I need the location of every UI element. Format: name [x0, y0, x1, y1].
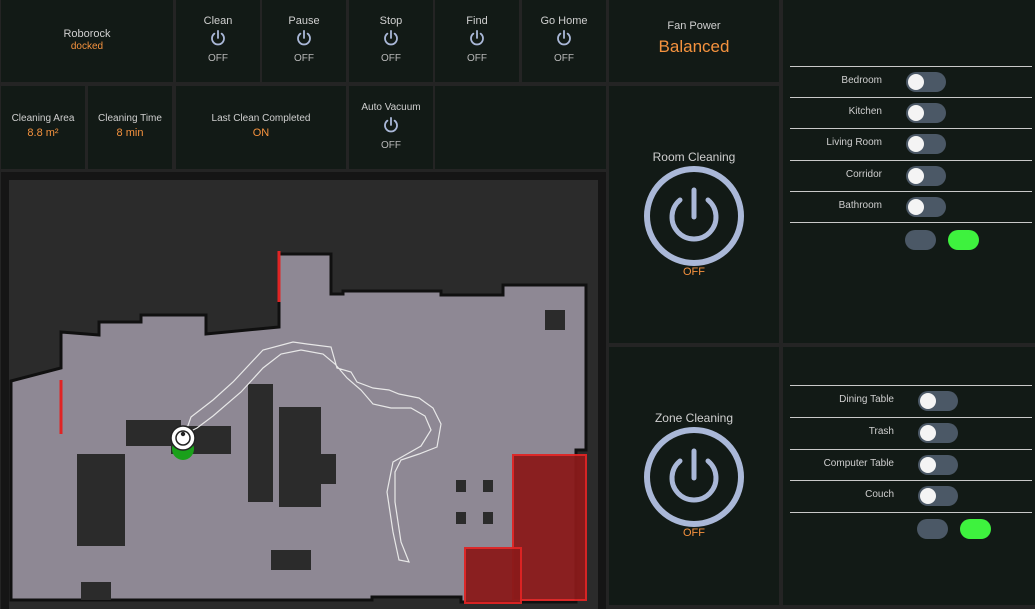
auto-vacuum-label: Auto Vacuum — [361, 102, 421, 113]
zones-actions — [790, 512, 1032, 546]
room-name: Kitchen — [848, 106, 882, 117]
cleaning-time-label: Cleaning Time — [98, 113, 162, 124]
status-tile: Roborock docked — [1, 0, 173, 82]
auto-vacuum-button[interactable]: Auto Vacuum OFF — [349, 86, 433, 169]
toggle-knob — [920, 425, 936, 441]
toggle-knob — [908, 74, 924, 90]
toggle-knob — [908, 199, 924, 215]
fan-power-label: Fan Power — [667, 20, 721, 32]
power-icon — [384, 29, 398, 46]
find-button[interactable]: Find OFF — [435, 0, 519, 82]
room-name: Living Room — [826, 137, 882, 148]
pause-button[interactable]: Pause OFF — [262, 0, 346, 82]
power-icon — [470, 29, 484, 46]
find-state: OFF — [467, 53, 487, 64]
room-row-living-room: Living Room — [790, 128, 1032, 159]
go-home-state: OFF — [554, 53, 574, 64]
zone-toggle[interactable] — [918, 486, 958, 506]
room-cleaning-state: OFF — [683, 266, 705, 278]
room-name: Bedroom — [841, 75, 882, 86]
room-toggle[interactable] — [906, 197, 946, 217]
vacuum-map[interactable] — [1, 172, 606, 609]
zone-row-trash: Trash — [790, 417, 1032, 448]
last-clean-value: ON — [252, 127, 270, 139]
rooms-clear-button[interactable] — [905, 230, 936, 250]
pause-state: OFF — [294, 53, 314, 64]
toggle-knob — [920, 488, 936, 504]
room-toggle[interactable] — [906, 134, 946, 154]
cleaning-area-tile: Cleaning Area 8.8 m² — [1, 86, 85, 169]
zone-toggle[interactable] — [918, 391, 958, 411]
power-icon — [211, 29, 225, 46]
zone-toggle[interactable] — [918, 423, 958, 443]
toggle-knob — [920, 457, 936, 473]
fan-power-tile[interactable]: Fan Power Balanced — [609, 0, 779, 82]
power-icon — [297, 29, 311, 46]
zones-clear-button[interactable] — [917, 519, 948, 539]
room-row-bedroom: Bedroom — [790, 66, 1032, 97]
zone-row-dining-table: Dining Table — [790, 385, 1032, 416]
rooms-confirm-button[interactable] — [948, 230, 979, 250]
zone-name: Trash — [868, 426, 894, 437]
power-icon — [557, 29, 571, 46]
toggle-knob — [908, 168, 924, 184]
go-home-button[interactable]: Go Home OFF — [522, 0, 606, 82]
zone-name: Couch — [865, 489, 894, 500]
room-row-corridor: Corridor — [790, 160, 1032, 191]
find-label: Find — [466, 15, 488, 27]
clean-button[interactable]: Clean OFF — [176, 0, 260, 82]
auto-vacuum-state: OFF — [381, 140, 401, 151]
zone-toggle[interactable] — [918, 455, 958, 475]
room-cleaning-title: Room Cleaning — [652, 150, 736, 164]
zone-name: Dining Table — [839, 394, 894, 405]
pause-label: Pause — [288, 15, 320, 27]
cleaning-time-tile: Cleaning Time 8 min — [88, 86, 172, 169]
toggle-knob — [908, 105, 924, 121]
room-toggle[interactable] — [906, 103, 946, 123]
power-icon[interactable] — [642, 164, 746, 268]
device-name: Roborock — [63, 28, 111, 40]
toggle-knob — [920, 393, 936, 409]
stop-state: OFF — [381, 53, 401, 64]
stop-button[interactable]: Stop OFF — [349, 0, 433, 82]
room-name: Bathroom — [838, 200, 882, 211]
stop-label: Stop — [379, 15, 403, 27]
room-toggle[interactable] — [906, 72, 946, 92]
last-clean-label: Last Clean Completed — [211, 113, 311, 124]
room-name: Corridor — [845, 169, 882, 180]
room-toggle[interactable] — [906, 166, 946, 186]
cleaning-time-value: 8 min — [116, 127, 144, 139]
last-clean-tile: Last Clean Completed ON — [176, 86, 346, 169]
clean-label: Clean — [203, 15, 233, 27]
zone-cleaning-state: OFF — [683, 527, 705, 539]
cleaning-area-label: Cleaning Area — [11, 113, 75, 124]
room-cleaning-tile[interactable]: Room Cleaning OFF — [609, 86, 779, 343]
room-row-kitchen: Kitchen — [790, 97, 1032, 128]
go-home-label: Go Home — [540, 15, 588, 27]
clean-state: OFF — [208, 53, 228, 64]
toggle-knob — [908, 136, 924, 152]
zone-name: Computer Table — [823, 458, 894, 469]
empty-tile — [435, 86, 606, 169]
zone-row-couch: Couch — [790, 480, 1032, 511]
robot-icon — [170, 425, 196, 451]
device-status: docked — [70, 41, 104, 52]
zone-cleaning-tile[interactable]: Zone Cleaning OFF — [609, 347, 779, 605]
zone-cleaning-title: Zone Cleaning — [654, 411, 734, 425]
power-icon — [384, 116, 398, 133]
room-row-bathroom: Bathroom — [790, 191, 1032, 222]
power-icon[interactable] — [642, 425, 746, 529]
rooms-actions — [790, 222, 1032, 254]
zones-confirm-button[interactable] — [960, 519, 991, 539]
map-tile[interactable] — [1, 172, 606, 609]
cleaning-area-value: 8.8 m² — [27, 127, 59, 139]
zone-row-computer-table: Computer Table — [790, 449, 1032, 480]
fan-power-value: Balanced — [658, 37, 730, 56]
